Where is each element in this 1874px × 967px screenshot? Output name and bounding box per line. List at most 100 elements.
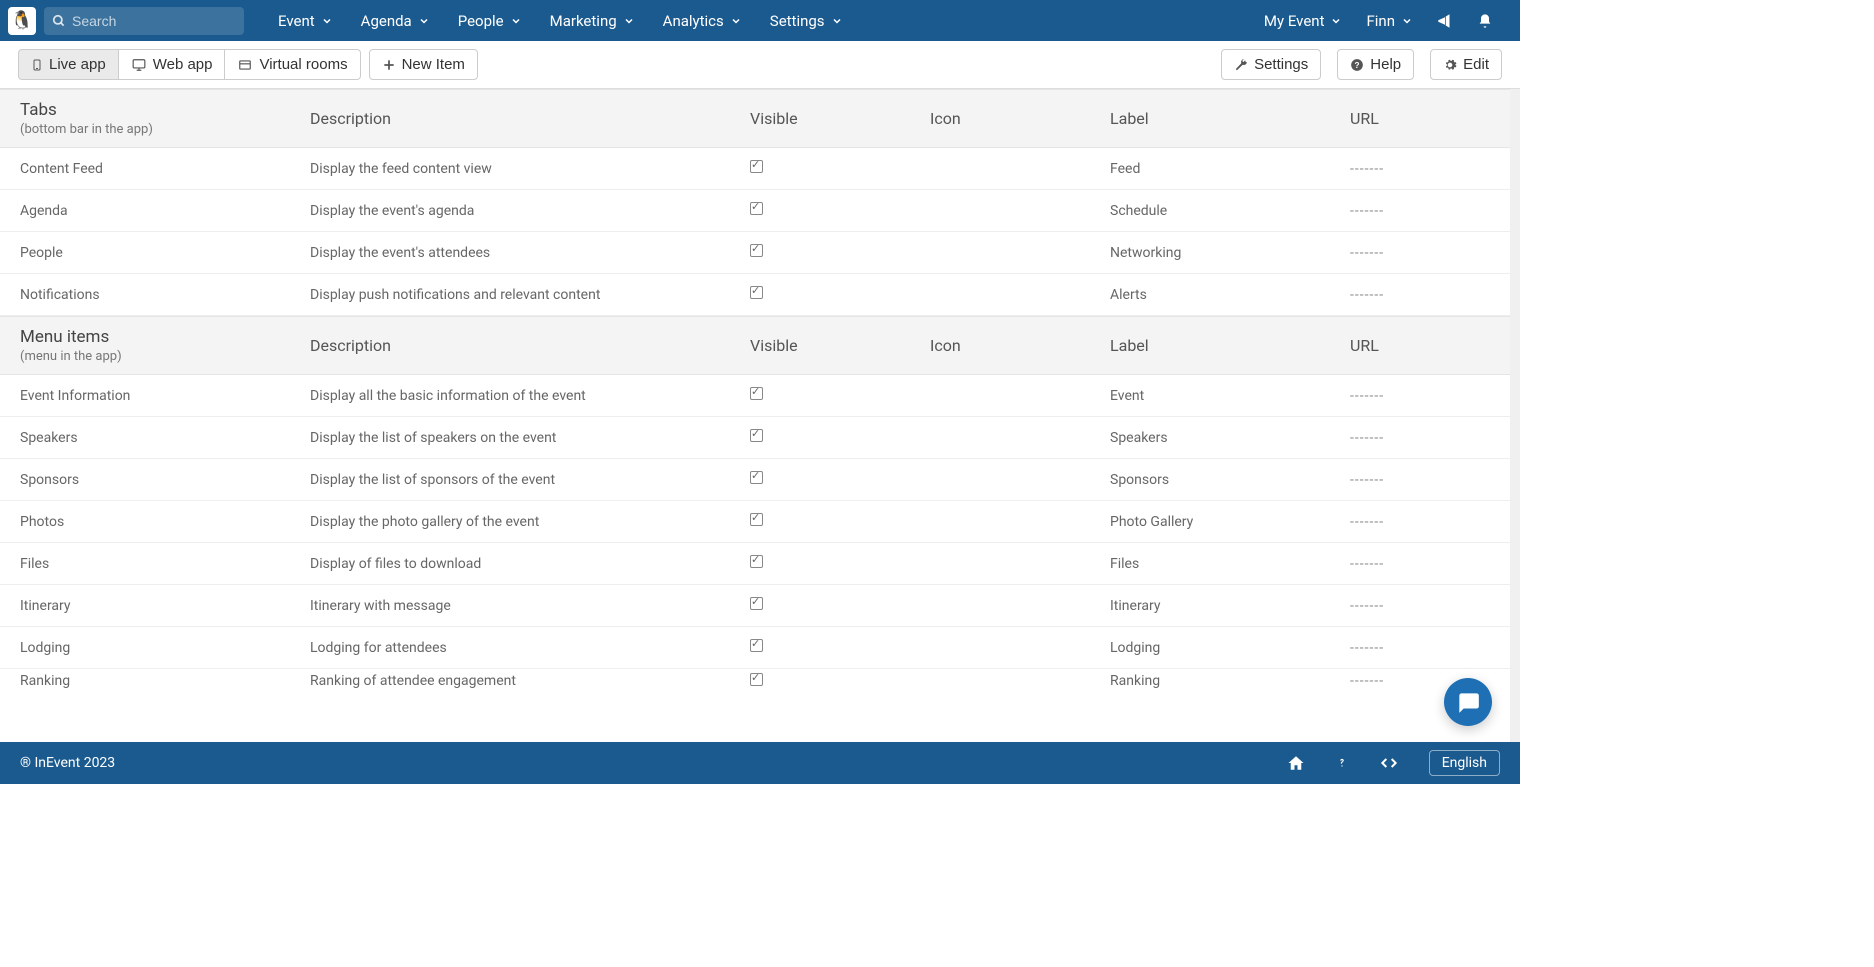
cell-label: Schedule	[1110, 203, 1350, 219]
col-label: Label	[1110, 109, 1350, 128]
chevron-down-icon	[510, 15, 522, 27]
cell-name: Sponsors	[20, 472, 310, 488]
tab-live-app[interactable]: Live app	[18, 49, 119, 80]
cell-name: Photos	[20, 514, 310, 530]
language-selector[interactable]: English	[1429, 750, 1500, 776]
table-row[interactable]: Ranking Ranking of attendee engagement R…	[0, 669, 1510, 689]
cell-visible	[750, 429, 930, 446]
cell-description: Itinerary with message	[310, 598, 750, 614]
cell-url: -------	[1350, 245, 1510, 261]
checkbox-checked-icon[interactable]	[750, 286, 763, 299]
table-row[interactable]: Lodging Lodging for attendees Lodging --…	[0, 627, 1510, 669]
cell-label: Sponsors	[1110, 472, 1350, 488]
chat-bubble[interactable]	[1444, 678, 1492, 726]
tab-live-app-label: Live app	[49, 56, 106, 73]
tab-web-app[interactable]: Web app	[119, 49, 226, 80]
table-row[interactable]: Sponsors Display the list of sponsors of…	[0, 459, 1510, 501]
col-label: Label	[1110, 336, 1350, 355]
table-row[interactable]: People Display the event's attendees Net…	[0, 232, 1510, 274]
nav-user[interactable]: Finn	[1354, 0, 1425, 41]
notifications-button[interactable]	[1465, 0, 1505, 41]
search-box[interactable]	[44, 7, 244, 35]
checkbox-checked-icon[interactable]	[750, 639, 763, 652]
nav-people[interactable]: People	[444, 0, 536, 41]
table-row[interactable]: Event Information Display all the basic …	[0, 375, 1510, 417]
announcements-button[interactable]	[1425, 0, 1465, 41]
app-logo[interactable]: 🐧	[8, 7, 36, 35]
sub-nav: Live app Web app Virtual rooms New Item …	[0, 41, 1520, 89]
nav-event-label: Event	[278, 12, 315, 30]
footer-help[interactable]	[1335, 753, 1349, 773]
table-row[interactable]: Notifications Display push notifications…	[0, 274, 1510, 316]
cell-visible	[750, 639, 930, 656]
nav-settings[interactable]: Settings	[756, 0, 857, 41]
checkbox-checked-icon[interactable]	[750, 160, 763, 173]
cell-name: Notifications	[20, 287, 310, 303]
cell-description: Display of files to download	[310, 556, 750, 572]
footer-code[interactable]	[1379, 755, 1399, 771]
checkbox-checked-icon[interactable]	[750, 244, 763, 257]
gear-icon	[1443, 58, 1457, 72]
desktop-icon	[131, 58, 147, 72]
bell-icon	[1477, 13, 1493, 29]
table-row[interactable]: Photos Display the photo gallery of the …	[0, 501, 1510, 543]
edit-button-label: Edit	[1463, 56, 1489, 73]
checkbox-checked-icon[interactable]	[750, 513, 763, 526]
cell-description: Display push notifications and relevant …	[310, 287, 750, 303]
col-url: URL	[1350, 109, 1510, 128]
megaphone-icon	[1436, 12, 1454, 30]
checkbox-checked-icon[interactable]	[750, 555, 763, 568]
nav-marketing[interactable]: Marketing	[536, 0, 649, 41]
table-row[interactable]: Agenda Display the event's agenda Schedu…	[0, 190, 1510, 232]
help-button[interactable]: ?Help	[1337, 49, 1414, 80]
phone-icon	[31, 57, 43, 73]
nav-agenda[interactable]: Agenda	[347, 0, 444, 41]
nav-my-event-label: My Event	[1264, 12, 1325, 30]
cell-name: Event Information	[20, 388, 310, 404]
table-row[interactable]: Speakers Display the list of speakers on…	[0, 417, 1510, 459]
nav-analytics[interactable]: Analytics	[649, 0, 756, 41]
new-item-button[interactable]: New Item	[369, 49, 478, 80]
cell-label: Files	[1110, 556, 1350, 572]
tab-virtual-rooms-label: Virtual rooms	[259, 56, 347, 73]
col-description: Description	[310, 336, 750, 355]
cell-visible	[750, 244, 930, 261]
checkbox-checked-icon[interactable]	[750, 597, 763, 610]
col-visible: Visible	[750, 109, 930, 128]
chevron-down-icon	[730, 15, 742, 27]
chevron-down-icon	[1401, 15, 1413, 27]
copyright: ® InEvent 2023	[20, 755, 115, 771]
cell-label: Speakers	[1110, 430, 1350, 446]
tab-virtual-rooms[interactable]: Virtual rooms	[225, 49, 360, 80]
settings-button[interactable]: Settings	[1221, 49, 1321, 80]
cell-name: Agenda	[20, 203, 310, 219]
cell-visible	[750, 673, 930, 689]
top-nav: 🐧 Event Agenda People Marketing Analytic…	[0, 0, 1520, 41]
cell-url: -------	[1350, 556, 1510, 572]
checkbox-checked-icon[interactable]	[750, 429, 763, 442]
checkbox-checked-icon[interactable]	[750, 673, 763, 686]
cell-description: Display the feed content view	[310, 161, 750, 177]
table-row[interactable]: Content Feed Display the feed content vi…	[0, 148, 1510, 190]
footer-home[interactable]	[1287, 754, 1305, 772]
search-input[interactable]	[72, 13, 236, 29]
nav-event[interactable]: Event	[264, 0, 347, 41]
question-icon	[1335, 753, 1349, 773]
table-row[interactable]: Itinerary Itinerary with message Itinera…	[0, 585, 1510, 627]
question-circle-icon: ?	[1350, 58, 1364, 72]
chevron-down-icon	[1330, 15, 1342, 27]
checkbox-checked-icon[interactable]	[750, 202, 763, 215]
cell-description: Display the list of speakers on the even…	[310, 430, 750, 446]
checkbox-checked-icon[interactable]	[750, 387, 763, 400]
col-icon: Icon	[930, 336, 1110, 355]
cell-visible	[750, 513, 930, 530]
cell-visible	[750, 387, 930, 404]
table-row[interactable]: Files Display of files to download Files…	[0, 543, 1510, 585]
chat-icon	[1455, 689, 1481, 715]
nav-people-label: People	[458, 12, 504, 30]
nav-my-event[interactable]: My Event	[1252, 0, 1355, 41]
nav-user-label: Finn	[1366, 12, 1395, 30]
checkbox-checked-icon[interactable]	[750, 471, 763, 484]
cell-name: People	[20, 245, 310, 261]
edit-button[interactable]: Edit	[1430, 49, 1502, 80]
